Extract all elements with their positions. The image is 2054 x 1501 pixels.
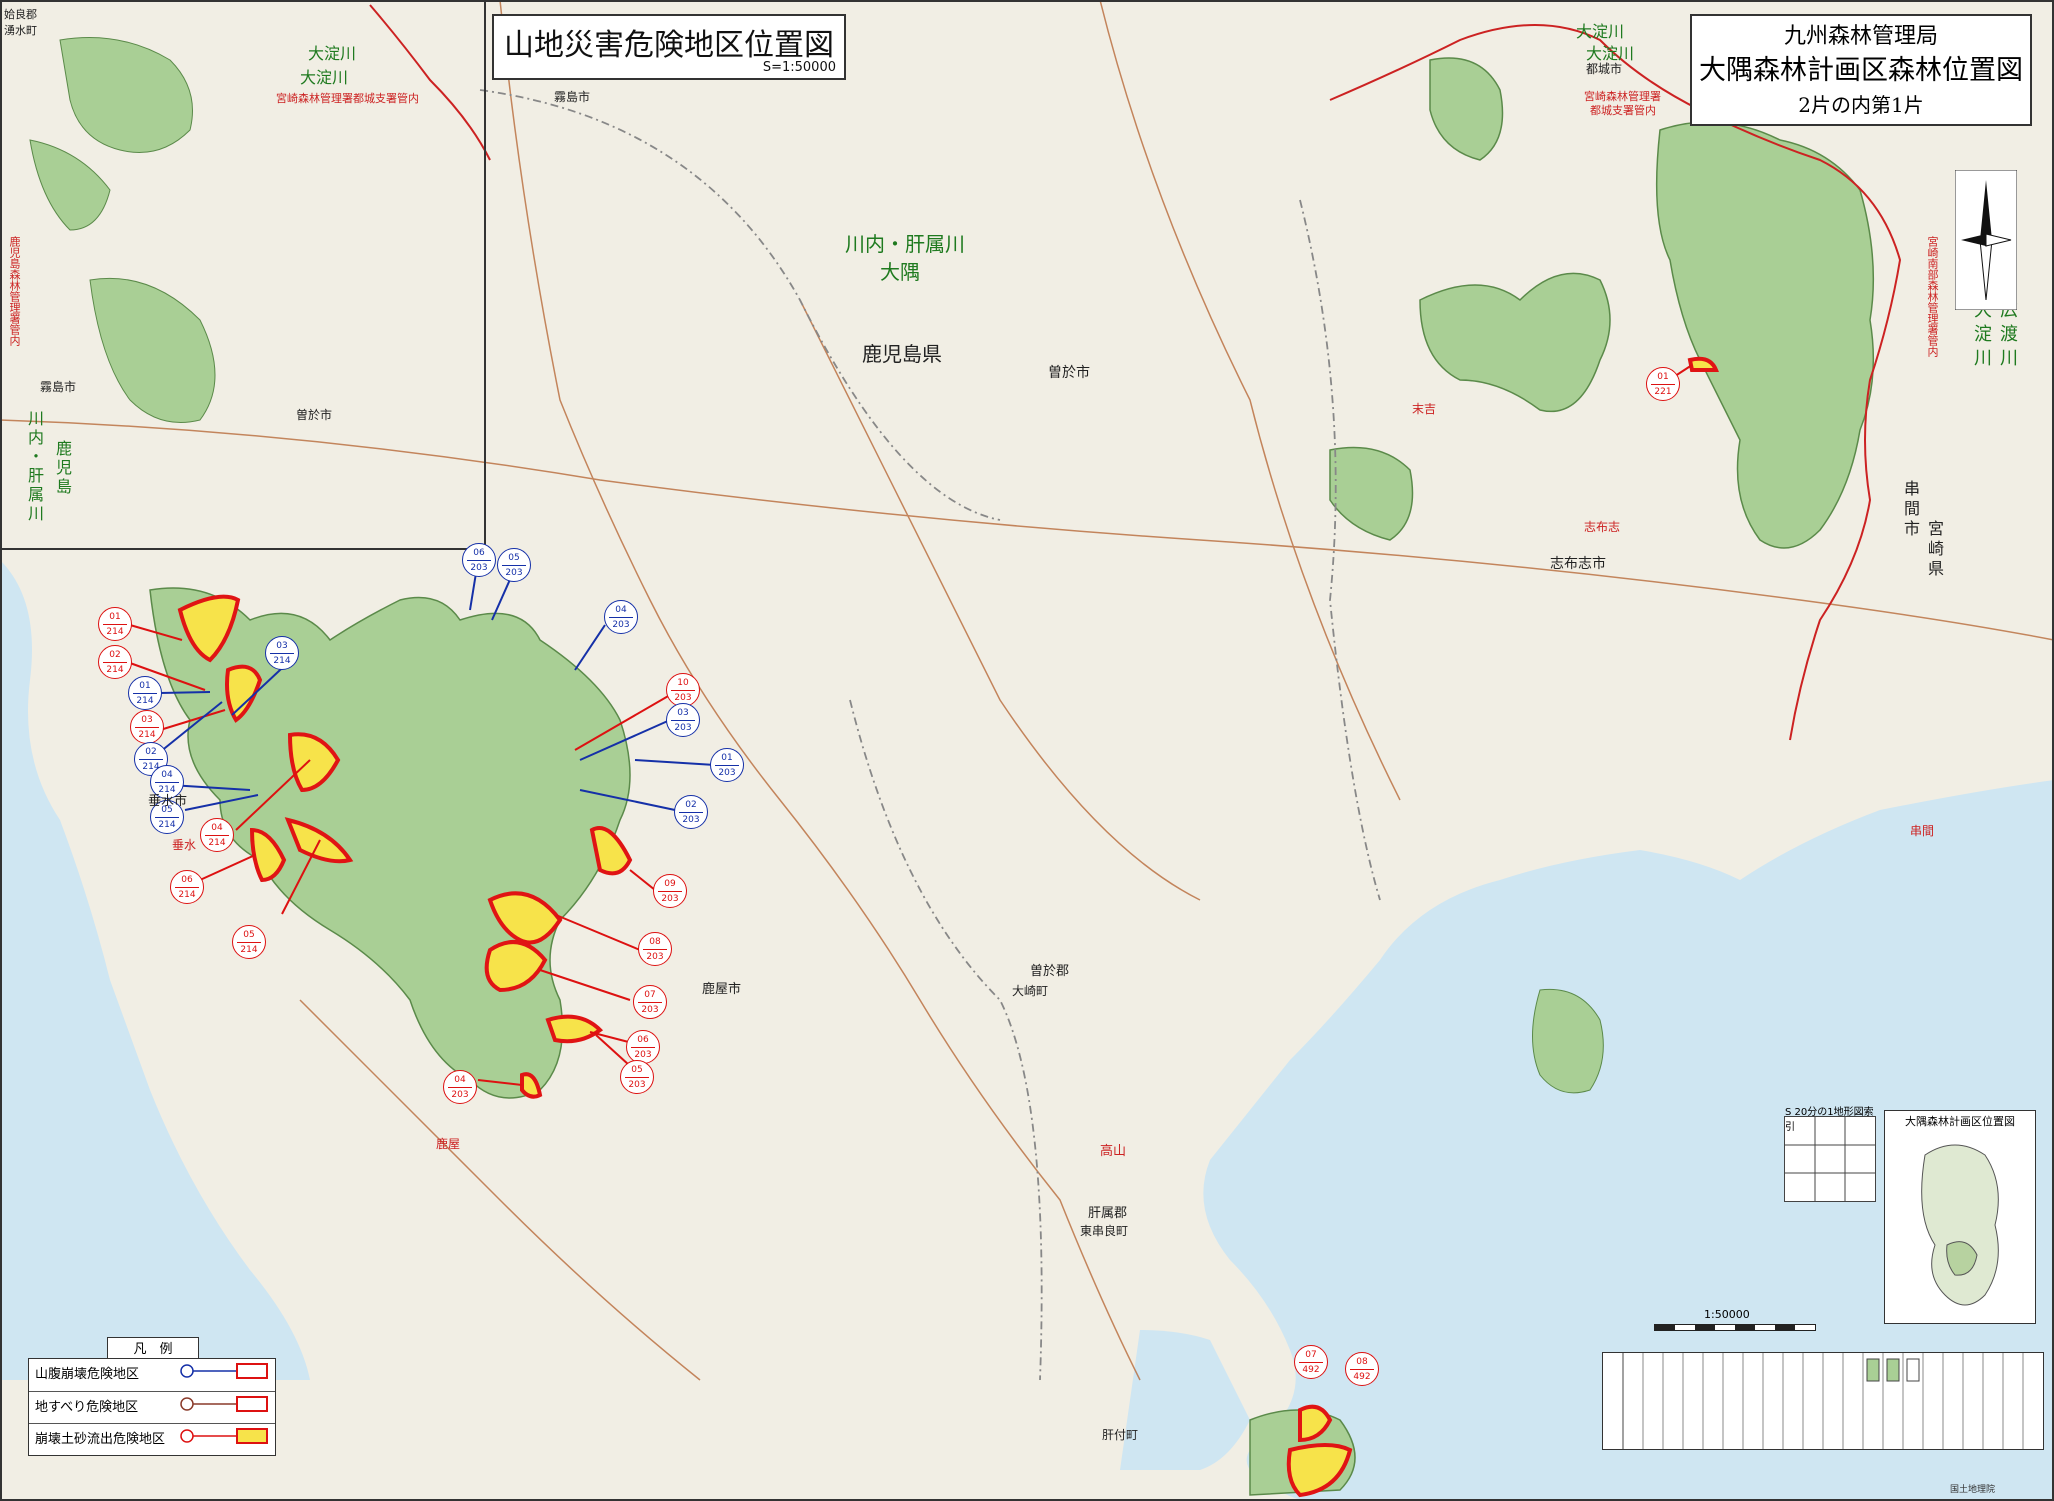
header-line-2: 大隅森林計画区森林位置図 — [1699, 55, 2023, 86]
marker-01-214-blue[interactable]: 01 214 — [128, 676, 162, 710]
label-red-tarumizu: 垂水 — [172, 838, 197, 852]
label-red-kushima: 串間 — [1910, 824, 1935, 838]
marker-02-214-red[interactable]: 02 214 — [98, 645, 132, 679]
label-inset-corner: 姶良郡湧水町 — [4, 8, 37, 37]
legend-symbol-debris-flow — [180, 1428, 268, 1444]
header-line-1: 九州森林管理局 — [1783, 24, 1938, 49]
marker-06-203-blue[interactable]: 06 203 — [462, 543, 496, 577]
index-title: S 20分の1地形図索引 — [1785, 1107, 1874, 1133]
topographic-map — [0, 0, 2054, 1501]
label-inset-city-kirishima: 霧島市 — [40, 380, 77, 394]
label-inset-left-river-2: 鹿児島 — [53, 440, 72, 497]
label-inset-left-river-1: 川内・肝属川 — [25, 410, 44, 524]
marker-04-203-blue[interactable]: 04 203 — [604, 600, 638, 634]
label-inset-left-office: 鹿児島森林管理署管内 — [8, 236, 21, 346]
label-red-takayama: 高山 — [1100, 1144, 1127, 1159]
label-city-tarumizu: 垂水市 — [148, 794, 188, 809]
label-city-soo: 曽於市 — [1048, 365, 1090, 381]
marker-09-203-red[interactable]: 09 203 — [653, 874, 687, 908]
legend-symbol-landslide — [180, 1396, 268, 1412]
marker-04-214-red[interactable]: 04 214 — [200, 818, 234, 852]
marker-03-203-blue[interactable]: 03 203 — [666, 703, 700, 737]
label-red-shibushi: 志布志 — [1584, 520, 1621, 534]
label-town-higashikushira-1: 肝属郡 — [1088, 1206, 1128, 1221]
marker-02-203-blue[interactable]: 02 203 — [674, 795, 708, 829]
label-river-main-2: 大隅 — [880, 260, 920, 284]
label-town-osaki-1: 曽於郡 — [1030, 964, 1070, 979]
location-inset-map: 大隅森林計画区位置図 — [1884, 1110, 2036, 1324]
legend-row-debris-flow: 崩壊土砂流出危険地区 — [29, 1423, 275, 1448]
legend-symbol-slope-failure — [180, 1363, 268, 1379]
compass-icon — [1955, 170, 2017, 310]
label-city-shibushi: 志布志市 — [1550, 556, 1606, 572]
label-pref-kagoshima: 鹿児島県 — [862, 342, 942, 366]
legend-label-debris-flow: 崩壊土砂流出危険地区 — [35, 1432, 166, 1447]
label-tr-office-2: 都城支署管内 — [1590, 104, 1656, 117]
marker-03-214-red[interactable]: 03 214 — [130, 710, 164, 744]
legend-heading: 凡 例 — [107, 1337, 199, 1359]
hazard-legend: 凡 例 山腹崩壊危険地区 地すべり危険地区 崩壊土砂流出危険地区 — [28, 1337, 276, 1456]
map-credit: 国土地理院 — [1950, 1485, 1996, 1495]
marker-01-214-red[interactable]: 01 214 — [98, 607, 132, 641]
marker-08-492-red[interactable]: 08 492 — [1345, 1352, 1379, 1386]
label-inset-city-soo: 曽於市 — [296, 408, 333, 422]
label-inset-river-1: 大淀川 — [308, 44, 357, 63]
label-town-higashikushira-2: 東串良町 — [1080, 1224, 1129, 1238]
map-index-grid: S 20分の1地形図索引 — [1784, 1107, 1876, 1202]
marker-03-214-blue[interactable]: 03 214 — [265, 636, 299, 670]
label-city-kirishima: 霧島市 — [554, 90, 591, 104]
marker-07-203-red[interactable]: 07 203 — [633, 985, 667, 1019]
marker-05-203-red[interactable]: 05 203 — [620, 1060, 654, 1094]
marker-04-203-red[interactable]: 04 203 — [443, 1070, 477, 1104]
header-line-3: 2片の内第1片 — [1798, 93, 1924, 117]
marker-05-203-blue[interactable]: 05 203 — [497, 548, 531, 582]
marker-01-203-blue[interactable]: 01 203 — [710, 748, 744, 782]
label-inset-office: 宮崎森林管理署都城支署管内 — [276, 92, 419, 105]
label-right-city: 串間市 — [1901, 480, 1920, 540]
marker-10-203-red[interactable]: 10 203 — [666, 673, 700, 707]
label-right-pref: 宮崎県 — [1925, 520, 1944, 580]
label-town-kimotsuki: 肝付町 — [1102, 1428, 1139, 1442]
legend-row-landslide: 地すべり危険地区 — [29, 1391, 275, 1416]
label-city-kanoya: 鹿屋市 — [702, 982, 742, 997]
map-title: 山地災害危険地区位置図 — [504, 28, 834, 63]
label-right-office: 宮崎南部森林管理署管内 — [1926, 236, 1939, 357]
scale-bar: 1:50000 — [1654, 1308, 1816, 1332]
label-right-river-1: 大淀川 — [1971, 300, 1992, 372]
legend-label-slope-failure: 山腹崩壊危険地区 — [35, 1367, 140, 1382]
marker-01-221-red[interactable]: 01 221 — [1646, 367, 1680, 401]
label-right-river-2: 広渡川 — [1997, 300, 2018, 372]
label-town-osaki-2: 大崎町 — [1012, 984, 1049, 998]
map-symbol-legend — [1602, 1352, 2044, 1450]
marker-07-492-red[interactable]: 07 492 — [1294, 1345, 1328, 1379]
marker-05-214-red[interactable]: 05 214 — [232, 925, 266, 959]
label-river-main-1: 川内・肝属川 — [845, 232, 965, 256]
header-box: 九州森林管理局 大隅森林計画区森林位置図 2片の内第1片 — [1690, 14, 2032, 126]
marker-06-203-red[interactable]: 06 203 — [626, 1030, 660, 1064]
label-tr-river-2: 大淀川 — [1586, 44, 1635, 63]
map-title-box: 山地災害危険地区位置図 S=1:50000 — [492, 14, 846, 80]
label-red-sueyoshi: 末吉 — [1412, 402, 1437, 416]
marker-08-203-red[interactable]: 08 203 — [638, 932, 672, 966]
marker-06-214-red[interactable]: 06 214 — [170, 870, 204, 904]
label-red-kanoya: 鹿屋 — [436, 1137, 461, 1151]
label-inset-river-2: 大淀川 — [300, 68, 349, 87]
legend-row-slope-failure: 山腹崩壊危険地区 — [29, 1359, 275, 1383]
map-scale-text: S=1:50000 — [762, 60, 836, 75]
label-tr-river-1: 大淀川 — [1576, 22, 1625, 41]
legend-label-landslide: 地すべり危険地区 — [35, 1400, 139, 1415]
scale-bar-label: 1:50000 — [1704, 1308, 1750, 1321]
